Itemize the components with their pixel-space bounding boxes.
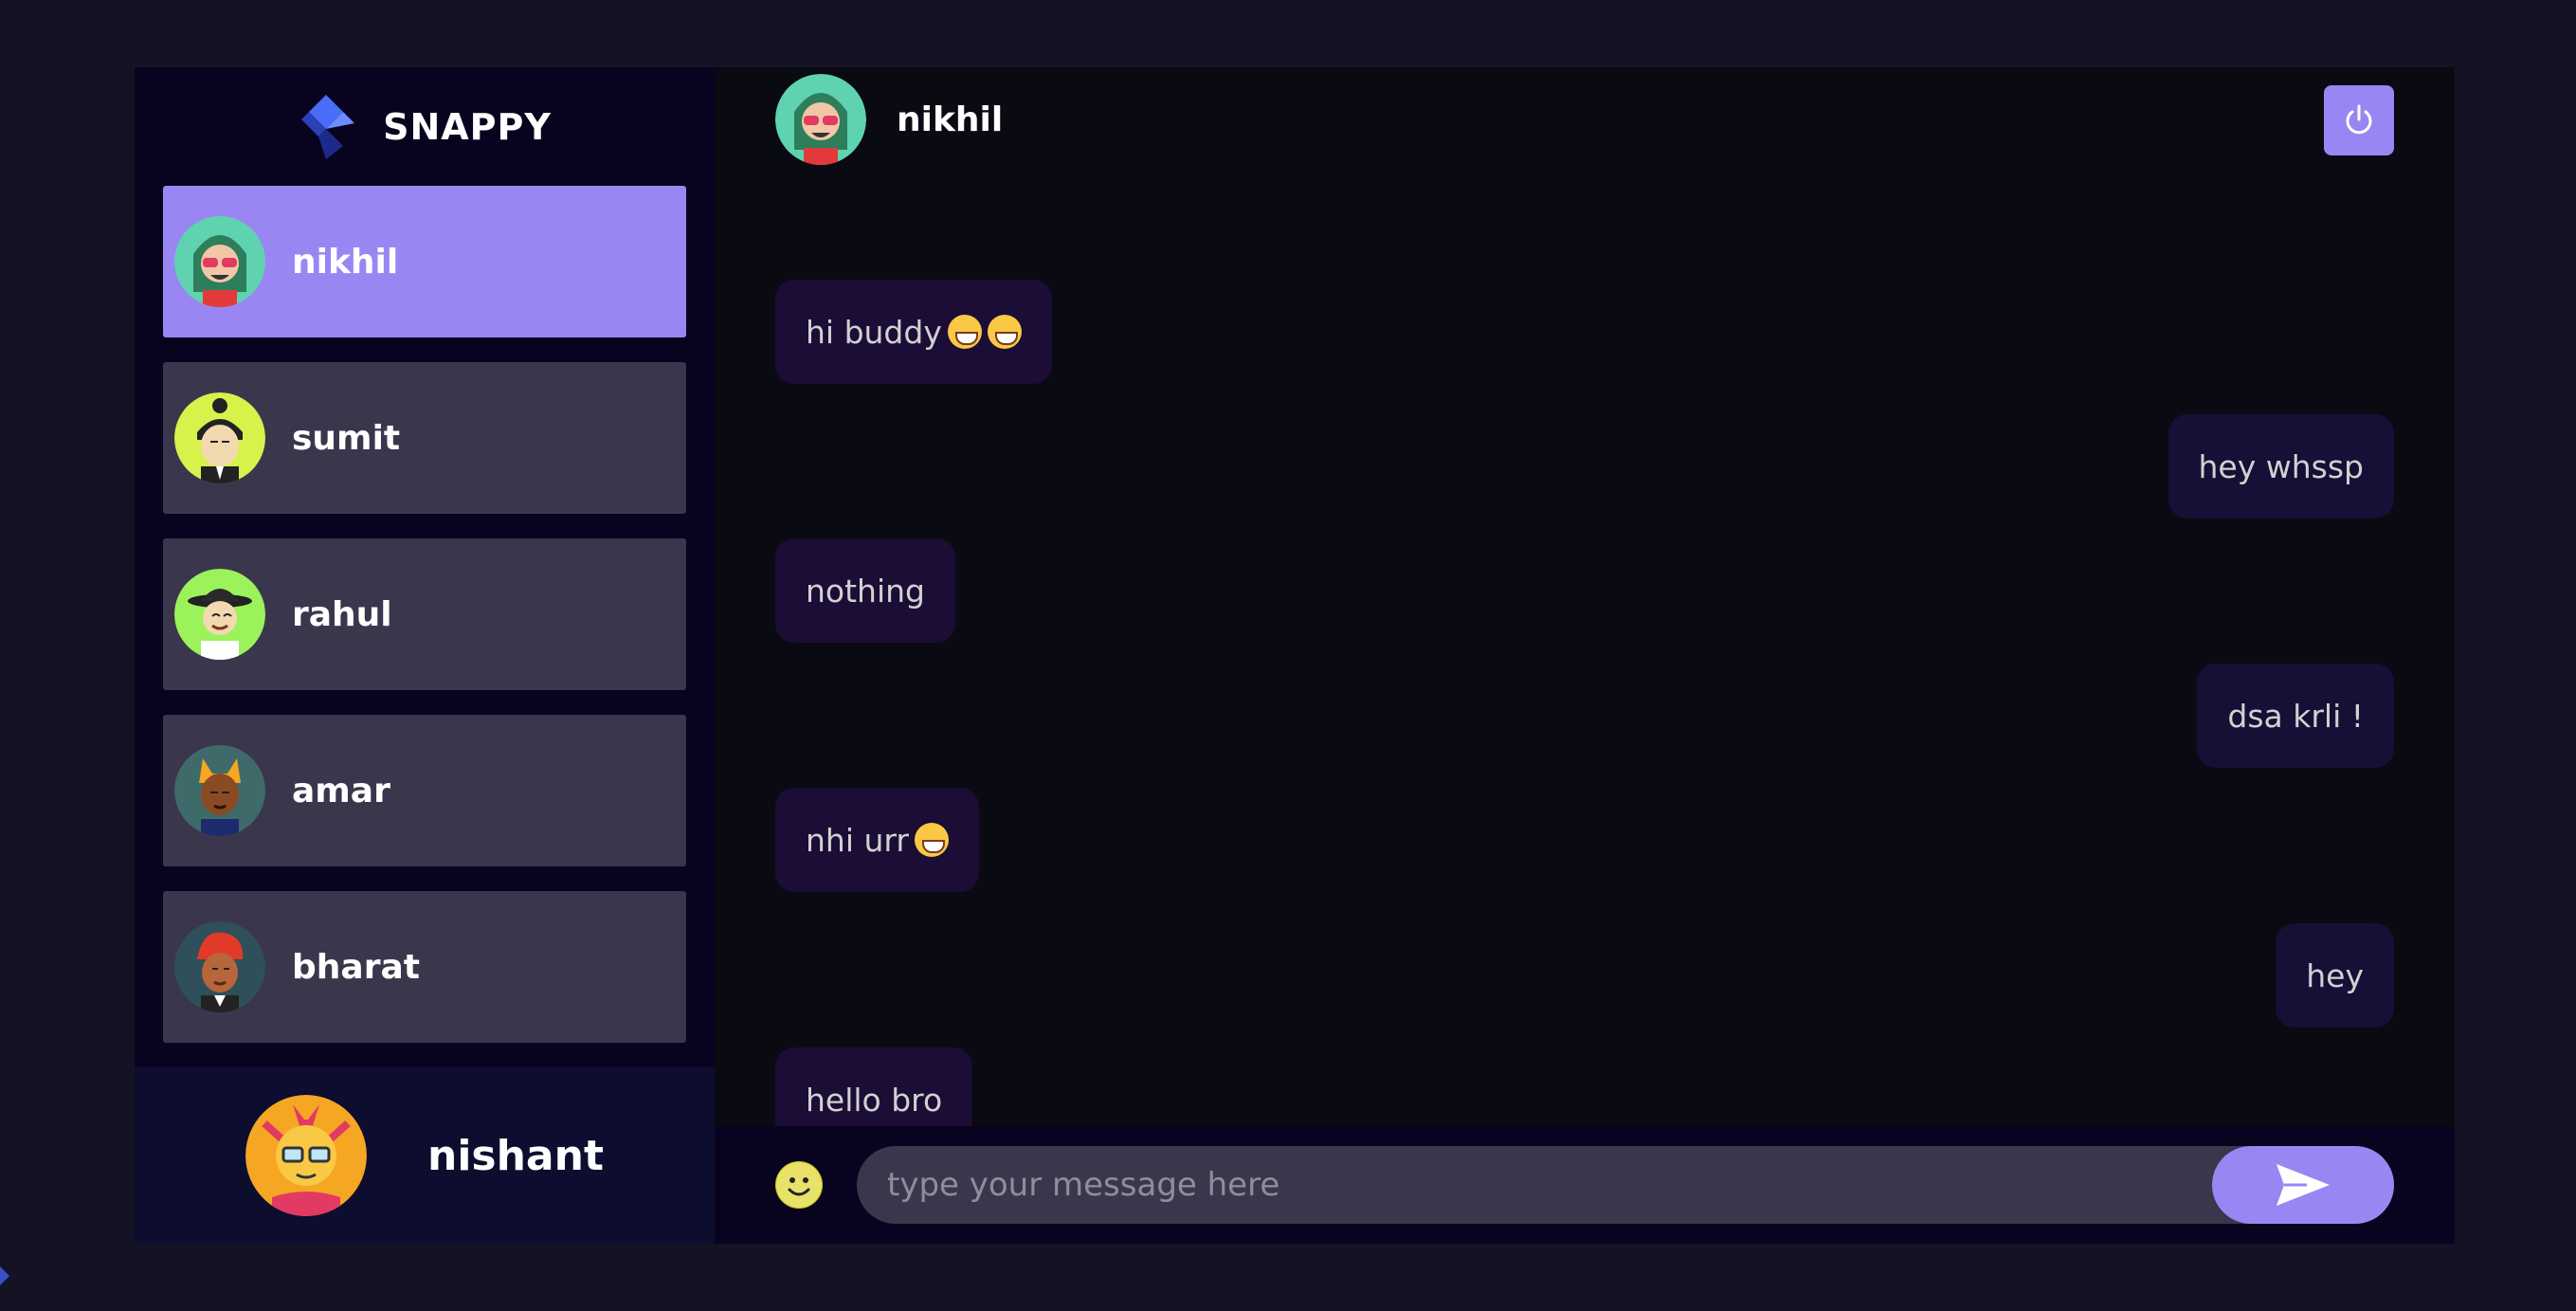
sweat-smile-emoji-icon	[987, 315, 1022, 349]
avatar	[174, 921, 265, 1012]
contact-name: nikhil	[292, 242, 399, 282]
contacts-sidebar: SNAPPY nikhil sumit rahul amar bharat ni…	[135, 67, 715, 1244]
message-received: nhi urr	[775, 788, 979, 892]
contact-list: nikhil sumit rahul amar bharat	[135, 186, 715, 1043]
send-button[interactable]	[2212, 1146, 2394, 1224]
contact-item-rahul[interactable]: rahul	[163, 538, 686, 690]
message-text: hey	[2306, 956, 2364, 994]
message-input-wrapper	[857, 1146, 2394, 1224]
contact-name: bharat	[292, 947, 420, 987]
contact-item-amar[interactable]: amar	[163, 715, 686, 866]
message-input[interactable]	[857, 1146, 2212, 1224]
avatar	[174, 745, 265, 836]
message-sent: dsa krli !	[2197, 664, 2394, 768]
contact-name: amar	[292, 771, 390, 810]
message-received: nothing	[775, 538, 955, 643]
chat-app: SNAPPY nikhil sumit rahul amar bharat ni…	[135, 67, 2455, 1244]
message-text: hello bro	[806, 1081, 943, 1119]
message-text: dsa krli !	[2227, 697, 2364, 735]
message-text: hi buddy	[806, 313, 942, 351]
avatar	[174, 392, 265, 483]
message-text: nothing	[806, 572, 925, 610]
chat-contact-name: nikhil	[897, 100, 1004, 139]
contact-item-sumit[interactable]: sumit	[163, 362, 686, 514]
contact-name: sumit	[292, 418, 401, 458]
message-sent: hey whssp	[2168, 414, 2394, 519]
contact-name: rahul	[292, 594, 392, 634]
message-sent: hey	[2276, 923, 2394, 1028]
message-received: hi buddy	[775, 280, 1052, 384]
message-list: hi buddy hey whssp nothing dsa krli ! nh…	[775, 172, 2394, 1152]
brand-name: SNAPPY	[383, 105, 552, 148]
current-user: nishant	[135, 1067, 715, 1244]
message-text: nhi urr	[806, 821, 909, 859]
avatar	[245, 1095, 368, 1216]
grin-emoji-icon	[947, 315, 982, 349]
avatar	[174, 569, 265, 660]
chat-header: nikhil	[715, 67, 2455, 172]
power-icon	[2346, 104, 2372, 135]
snappy-logo-icon	[301, 94, 355, 159]
send-icon	[2277, 1164, 2330, 1206]
chat-panel: nikhil hi buddy hey whssp nothing dsa kr…	[715, 67, 2455, 1244]
sweat-smile-emoji-icon	[914, 823, 949, 857]
current-user-name: nishant	[427, 1131, 604, 1180]
contact-item-bharat[interactable]: bharat	[163, 891, 686, 1043]
smiley-icon	[776, 1162, 822, 1208]
avatar	[174, 216, 265, 307]
corner-logo-icon	[0, 1259, 13, 1301]
brand: SNAPPY	[135, 67, 715, 186]
logout-button[interactable]	[2324, 85, 2394, 155]
message-input-bar	[715, 1126, 2455, 1244]
emoji-picker-button[interactable]	[775, 1161, 823, 1209]
avatar	[775, 74, 866, 165]
contact-item-nikhil[interactable]: nikhil	[163, 186, 686, 337]
message-text: hey whssp	[2198, 447, 2364, 485]
